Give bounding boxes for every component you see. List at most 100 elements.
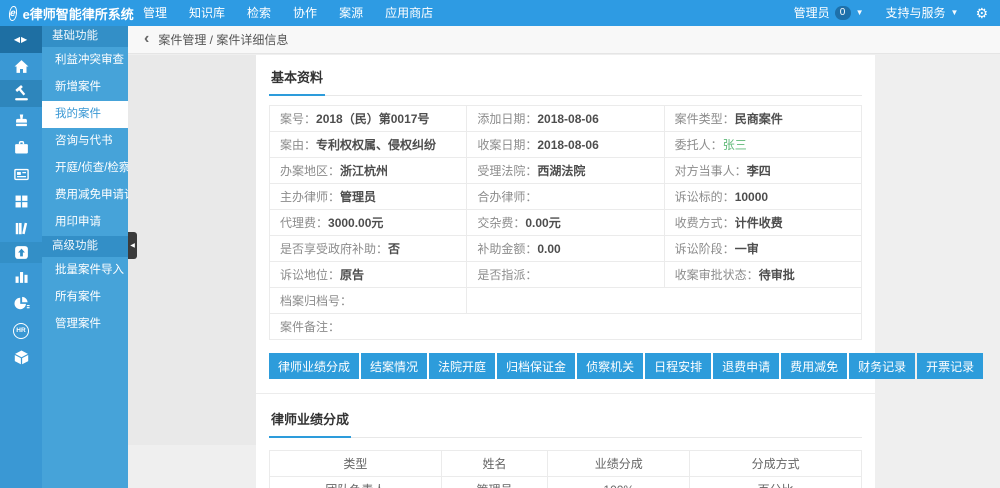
pie-chart-icon[interactable] [0,290,42,317]
field-label: 案件类型 [675,112,723,126]
topnav-item[interactable]: 管理 [132,0,178,26]
info-cell: 办案地区：浙江杭州 [270,158,467,184]
topbar-right: 管理员 0 ▼ 支持与服务 ▼ ⚙ [783,0,1000,26]
case-tab-button[interactable]: 日程安排 [645,353,711,379]
commission-cell: 团队负责人 [270,477,442,488]
info-cell: 添加日期：2018-08-06 [467,106,664,132]
topnav-item[interactable]: 应用商店 [374,0,444,26]
sidebar-item[interactable]: 新增案件 [42,74,128,101]
topnav-item[interactable]: 协作 [282,0,328,26]
sidebar-collapse-handle[interactable]: ◀ [128,232,137,259]
info-row: 诉讼地位：原告是否指派：收案审批状态：待审批 [270,262,862,288]
info-row: 办案地区：浙江杭州受理法院：西湖法院对方当事人：李四 [270,158,862,184]
sidebar-item[interactable]: 所有案件 [42,284,128,311]
basic-info-table: 案号：2018（民）第0017号添加日期：2018-08-06案件类型：民商案件… [269,105,862,340]
topnav-item[interactable]: 知识库 [178,0,236,26]
case-tab-button[interactable]: 法院开庭 [429,353,495,379]
info-cell: 补助金额：0.00 [467,236,664,262]
info-row: 案号：2018（民）第0017号添加日期：2018-08-06案件类型：民商案件 [270,106,862,132]
case-tab-button[interactable]: 结案情况 [361,353,427,379]
field-label: 对方当事人 [675,164,735,178]
sidebar-item[interactable]: 我的案件 [42,101,128,128]
field-label: 诉讼阶段 [675,242,723,256]
field-value: 2018-08-06 [537,138,598,152]
info-cell: 收案审批状态：待审批 [664,262,861,288]
field-value: 原告 [340,268,364,282]
books-icon[interactable] [0,215,42,242]
user-menu[interactable]: 管理员 0 ▼ [783,0,875,26]
sidebar-item[interactable]: 咨询与代书 [42,128,128,155]
gear-icon[interactable]: ⚙ [969,0,988,26]
field-value: 2018（民）第0017号 [316,112,429,126]
field-label: 档案归档号 [280,294,340,308]
home-icon[interactable] [0,53,42,80]
case-action-buttons: 律师业绩分成结案情况法院开庭归档保证金侦察机关日程安排退费申请费用减免财务记录开… [269,353,862,379]
info-cell: 对方当事人：李四 [664,158,861,184]
case-tab-button[interactable]: 费用减免 [781,353,847,379]
briefcase-icon[interactable] [0,134,42,161]
sidebar-item[interactable]: 开庭/侦查/检察 [42,155,128,182]
field-value: 0.00 [537,242,560,256]
sidebar-section-header: 高级功能 [42,236,128,257]
field-label: 收案审批状态 [675,268,747,282]
bar-chart-icon[interactable] [0,263,42,290]
notification-badge: 0 [835,6,851,20]
topnav-item[interactable]: 检索 [236,0,282,26]
sidebar-section-header: 基础功能 [42,26,128,47]
support-menu[interactable]: 支持与服务 ▼ [875,0,970,26]
case-tab-button[interactable]: 财务记录 [849,353,915,379]
case-tab-button[interactable]: 退费申请 [713,353,779,379]
content-area: ‹ 案件管理 / 案件详细信息 ◀ 基本资料 案号：2018（民）第0017号添… [128,26,1000,488]
case-tab-button[interactable]: 侦察机关 [577,353,643,379]
info-cell: 诉讼标的：10000 [664,184,861,210]
breadcrumb-path[interactable]: 案件管理 / 案件详细信息 [158,31,288,48]
commission-cell: 百分比 [690,477,862,488]
collapse-arrows-icon[interactable]: ◀▶ [0,26,42,53]
grid-icon[interactable] [0,188,42,215]
app-title: e律师智能律所系统 [23,4,134,23]
chevron-down-icon: ▼ [951,0,959,26]
field-value: 待审批 [759,268,795,282]
sidebar-item[interactable]: 费用减免申请记录 [42,182,128,209]
case-tab-button[interactable]: 律师业绩分成 [269,353,359,379]
info-cell: 代理费：3000.00元 [270,210,467,236]
info-cell: 诉讼地位：原告 [270,262,467,288]
sidebar-item[interactable]: 批量案件导入 [42,257,128,284]
info-cell: 案件类型：民商案件 [664,106,861,132]
id-card-icon[interactable] [0,161,42,188]
chevron-down-icon: ▼ [856,0,864,26]
info-cell: 案号：2018（民）第0017号 [270,106,467,132]
upload-box-icon[interactable] [0,242,42,263]
info-cell: 是否享受政府补助：否 [270,236,467,262]
field-label: 诉讼标的 [675,190,723,204]
basic-info-section-header: 基本资料 [269,55,862,96]
field-label: 收案日期 [477,138,525,152]
commission-cell: 管理员 [441,477,548,488]
info-cell: 档案归档号： [270,288,467,314]
field-label: 案由 [280,138,304,152]
topnav-item[interactable]: 案源 [328,0,374,26]
field-value: 计件收费 [735,216,783,230]
case-tab-button[interactable]: 归档保证金 [497,353,575,379]
top-bar: e e律师智能律所系统 管理知识库检索协作案源应用商店 管理员 0 ▼ 支持与服… [0,0,1000,26]
stamp-icon[interactable] [0,107,42,134]
field-value: 0.00元 [525,216,560,230]
info-cell [467,288,862,314]
cube-icon[interactable] [0,344,42,371]
client-link[interactable]: 张三 [723,138,747,152]
brand-logo[interactable]: e e律师智能律所系统 [0,4,132,23]
gavel-icon[interactable] [0,80,42,107]
field-label: 代理费 [280,216,316,230]
sidebar-item[interactable]: 利益冲突审查 [42,47,128,74]
sidebar-item[interactable]: 管理案件 [42,311,128,338]
info-row: 档案归档号： [270,288,862,314]
hr-badge-icon[interactable]: HR [0,317,42,344]
field-label: 添加日期 [477,112,525,126]
field-label: 案件备注 [280,320,328,334]
sidebar-item[interactable]: 用印申请 [42,209,128,236]
field-value: 3000.00元 [328,216,383,230]
field-label: 是否指派 [477,268,525,282]
info-row: 案由：专利权权属、侵权纠纷收案日期：2018-08-06委托人：张三 [270,132,862,158]
case-tab-button[interactable]: 开票记录 [917,353,983,379]
back-icon[interactable]: ‹ [144,31,149,47]
